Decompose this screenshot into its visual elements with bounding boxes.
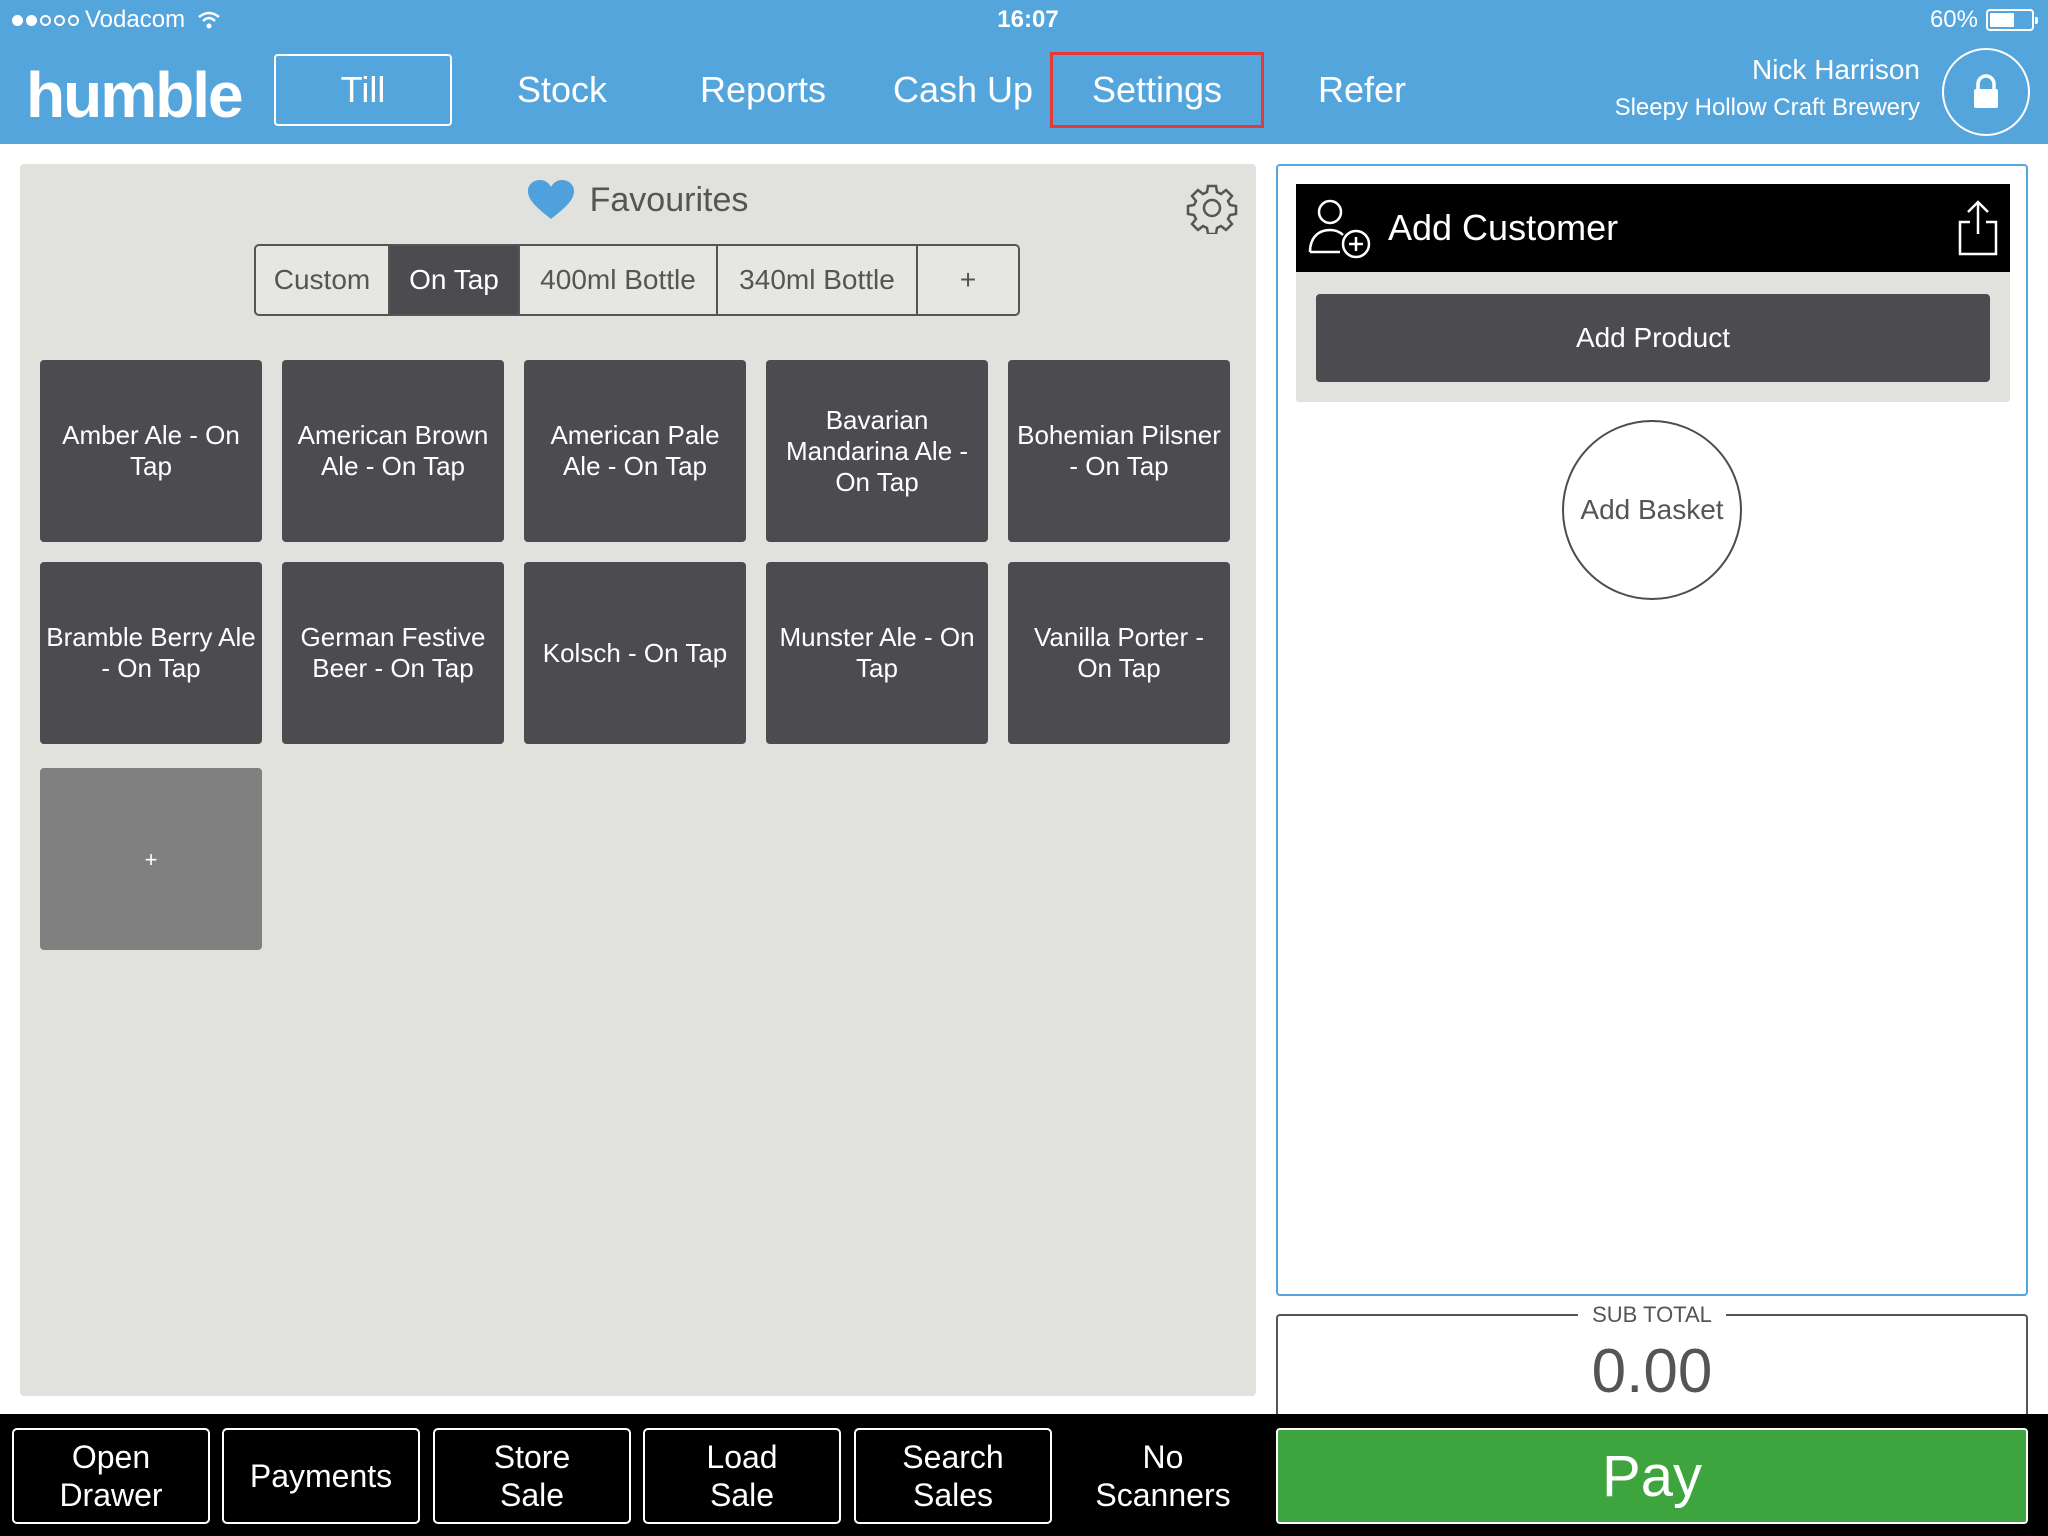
favourites-title: Favourites	[589, 180, 749, 219]
nav-cash-up[interactable]: Cash Up	[874, 54, 1052, 126]
add-customer-bar[interactable]: Add Customer	[1296, 184, 2010, 272]
nav-stock[interactable]: Stock	[472, 54, 652, 126]
search-sales-button[interactable]: Search Sales	[854, 1428, 1052, 1524]
tab-340ml-bottle[interactable]: 340ml Bottle	[718, 246, 918, 314]
pay-button[interactable]: Pay	[1276, 1428, 2028, 1524]
humble-logo[interactable]: humble	[26, 58, 244, 132]
product-grid: Amber Ale - On Tap American Brown Ale - …	[40, 360, 1230, 950]
payments-button[interactable]: Payments	[222, 1428, 420, 1524]
product-tile[interactable]: American Pale Ale - On Tap	[524, 360, 746, 542]
product-tile[interactable]: Munster Ale - On Tap	[766, 562, 988, 744]
favourites-panel: Favourites Custom On Tap 400ml Bottle 34…	[20, 164, 1256, 1396]
top-nav: humble Till Stock Reports Cash Up Settin…	[0, 40, 2048, 144]
nav-till[interactable]: Till	[274, 54, 452, 126]
product-tile[interactable]: Bavarian Mandarina Ale - On Tap	[766, 360, 988, 542]
user-name: Nick Harrison	[1751, 54, 1920, 85]
cart-panel: Add Customer Add Product Add Basket	[1276, 164, 2028, 1296]
nav-reports[interactable]: Reports	[672, 54, 854, 126]
status-bar: Vodacom 16:07 60%	[0, 0, 2048, 40]
tab-400ml-bottle[interactable]: 400ml Bottle	[520, 246, 718, 314]
store-name: Sleepy Hollow Craft Brewery	[1614, 94, 1920, 121]
product-tile[interactable]: Vanilla Porter - On Tap	[1008, 562, 1230, 744]
product-tile[interactable]: Bohemian Pilsner - On Tap	[1008, 360, 1230, 542]
product-tile[interactable]: Kolsch - On Tap	[524, 562, 746, 744]
clock: 16:07	[997, 6, 1059, 33]
favourites-header: Favourites	[20, 180, 1256, 220]
tab-custom[interactable]: Custom	[256, 246, 390, 314]
product-tile[interactable]: American Brown Ale - On Tap	[282, 360, 504, 542]
lock-icon	[1974, 74, 1998, 108]
battery-status: 60%	[1929, 6, 2038, 34]
nav-settings[interactable]: Settings	[1050, 52, 1264, 128]
open-drawer-button[interactable]: Open Drawer	[12, 1428, 210, 1524]
store-sale-button[interactable]: Store Sale	[433, 1428, 631, 1524]
nav-refer[interactable]: Refer	[1282, 54, 1442, 126]
add-product-button[interactable]: Add Product	[1316, 294, 1990, 382]
add-customer-icon	[1308, 199, 1371, 259]
product-tile[interactable]: Amber Ale - On Tap	[40, 360, 262, 542]
battery-percent: 60%	[1929, 6, 1978, 33]
customer-box: Add Customer Add Product	[1296, 184, 2010, 402]
subtotal-label: SUB TOTAL	[1578, 1302, 1726, 1327]
subtotal-box: SUB TOTAL 0.00	[1276, 1302, 2028, 1414]
gear-icon[interactable]	[1186, 182, 1238, 234]
tab-add[interactable]: +	[918, 246, 1018, 314]
heart-icon	[527, 180, 574, 219]
user-info: Nick Harrison Sleepy Hollow Craft Brewer…	[1615, 48, 1920, 124]
bottom-action-bar: Open Drawer Payments Store Sale Load Sal…	[0, 1414, 2048, 1536]
product-tile[interactable]: German Festive Beer - On Tap	[282, 562, 504, 744]
subtotal-value: 0.00	[1591, 1337, 1713, 1406]
product-tile[interactable]: Bramble Berry Ale - On Tap	[40, 562, 262, 744]
load-sale-button[interactable]: Load Sale	[643, 1428, 841, 1524]
no-scanners-status[interactable]: No Scanners	[1064, 1428, 1262, 1524]
lock-button[interactable]	[1942, 48, 2030, 136]
battery-icon	[1986, 9, 2038, 31]
share-icon[interactable]	[1956, 198, 2000, 258]
add-basket-button[interactable]: Add Basket	[1562, 420, 1742, 600]
category-tabs: Custom On Tap 400ml Bottle 340ml Bottle …	[254, 244, 1020, 316]
add-product-tile[interactable]: +	[40, 768, 262, 950]
add-customer-label: Add Customer	[1388, 207, 1619, 248]
tab-on-tap[interactable]: On Tap	[390, 246, 520, 314]
